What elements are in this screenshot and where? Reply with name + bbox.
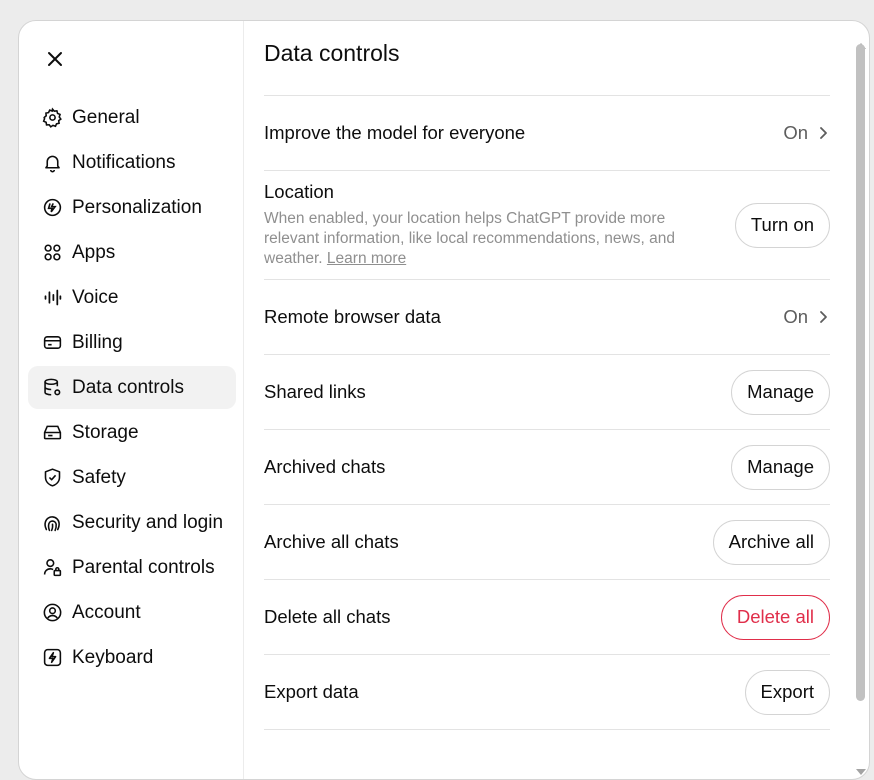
account-circle-icon [41,602,63,624]
sidebar-item-label: Keyboard [72,646,154,668]
learn-more-link[interactable]: Learn more [327,250,406,267]
manage-shared-links-button[interactable]: Manage [731,369,830,415]
row-label: Archive all chats [264,531,399,552]
improve-model-row[interactable]: Improve the model for everyone On [264,96,830,171]
page-title: Data controls [264,40,400,66]
location-row: Location When enabled, your location hel… [264,171,830,280]
export-button[interactable]: Export [744,669,830,715]
manage-archived-chats-button[interactable]: Manage [731,444,830,490]
settings-sidebar: General Notifications Personalization Ap… [19,21,244,779]
row-label: Delete all chats [264,606,391,627]
sidebar-item-label: Personalization [72,196,202,218]
card-icon [41,332,63,354]
location-description: When enabled, your location helps ChatGP… [264,209,714,269]
waveform-icon [41,287,63,309]
remote-browser-data-setting[interactable]: On [783,306,830,328]
setting-value: On [783,306,808,327]
sidebar-item-apps[interactable]: Apps [28,231,236,274]
sidebar-item-label: Storage [72,421,139,443]
settings-list: Improve the model for everyone On Locati… [264,95,830,730]
shared-links-row: Shared links Manage [264,355,830,430]
export-data-row: Export data Export [264,655,830,730]
sidebar-item-label: Safety [72,466,126,488]
scrollbar-thumb[interactable] [856,44,865,701]
storage-drive-icon [41,422,63,444]
improve-model-setting[interactable]: On [783,122,830,144]
archive-all-button[interactable]: Archive all [712,519,830,565]
archived-chats-row: Archived chats Manage [264,430,830,505]
row-label: Location [264,181,334,202]
sidebar-item-label: General [72,106,140,128]
close-button[interactable] [41,45,69,73]
sidebar-item-billing[interactable]: Billing [28,321,236,364]
delete-all-chats-row: Delete all chats Delete all [264,580,830,655]
settings-modal: General Notifications Personalization Ap… [18,20,870,780]
database-gear-icon [41,377,63,399]
row-label: Remote browser data [264,306,441,327]
scroll-down-arrow-icon[interactable] [856,769,866,775]
sidebar-item-voice[interactable]: Voice [28,276,236,319]
sidebar-item-parental-controls[interactable]: Parental controls [28,546,236,589]
scrollbar[interactable] [852,21,869,779]
setting-value: On [783,122,808,143]
chevron-right-icon [816,126,830,140]
keyboard-bolt-icon [41,647,63,669]
row-label: Shared links [264,381,366,402]
sidebar-item-label: Notifications [72,151,176,173]
archive-all-chats-row: Archive all chats Archive all [264,505,830,580]
sidebar-item-label: Billing [72,331,123,353]
row-label: Export data [264,681,359,702]
sidebar-item-keyboard[interactable]: Keyboard [28,636,236,679]
settings-nav: General Notifications Personalization Ap… [28,96,236,681]
apps-grid-icon [41,242,63,264]
sidebar-item-personalization[interactable]: Personalization [28,186,236,229]
sidebar-item-label: Security and login [72,511,224,533]
sidebar-item-label: Account [72,601,141,623]
location-text: Location When enabled, your location hel… [264,181,714,269]
data-controls-panel: Data controls Improve the model for ever… [264,21,830,779]
sidebar-item-account[interactable]: Account [28,591,236,634]
remote-browser-data-row[interactable]: Remote browser data On [264,280,830,355]
sidebar-item-general[interactable]: General [28,96,236,139]
sidebar-item-label: Apps [72,241,116,263]
gear-icon [41,107,63,129]
shield-check-icon [41,467,63,489]
sidebar-item-label: Voice [72,286,119,308]
chevron-right-icon [816,310,830,324]
sidebar-item-label: Data controls [72,376,184,398]
personalization-icon [41,197,63,219]
close-icon [48,52,62,66]
sidebar-item-security-and-login[interactable]: Security and login [28,501,236,544]
row-label: Archived chats [264,456,386,477]
location-description-text: When enabled, your location helps ChatGP… [264,210,675,267]
fingerprint-icon [41,512,63,534]
sidebar-item-storage[interactable]: Storage [28,411,236,454]
sidebar-item-data-controls[interactable]: Data controls [28,366,236,409]
row-label: Improve the model for everyone [264,122,526,143]
person-lock-icon [41,557,63,579]
sidebar-item-safety[interactable]: Safety [28,456,236,499]
sidebar-item-notifications[interactable]: Notifications [28,141,236,184]
delete-all-button[interactable]: Delete all [720,594,830,640]
bell-icon [41,152,63,174]
sidebar-item-label: Parental controls [72,556,215,578]
turn-on-location-button[interactable]: Turn on [734,202,830,248]
